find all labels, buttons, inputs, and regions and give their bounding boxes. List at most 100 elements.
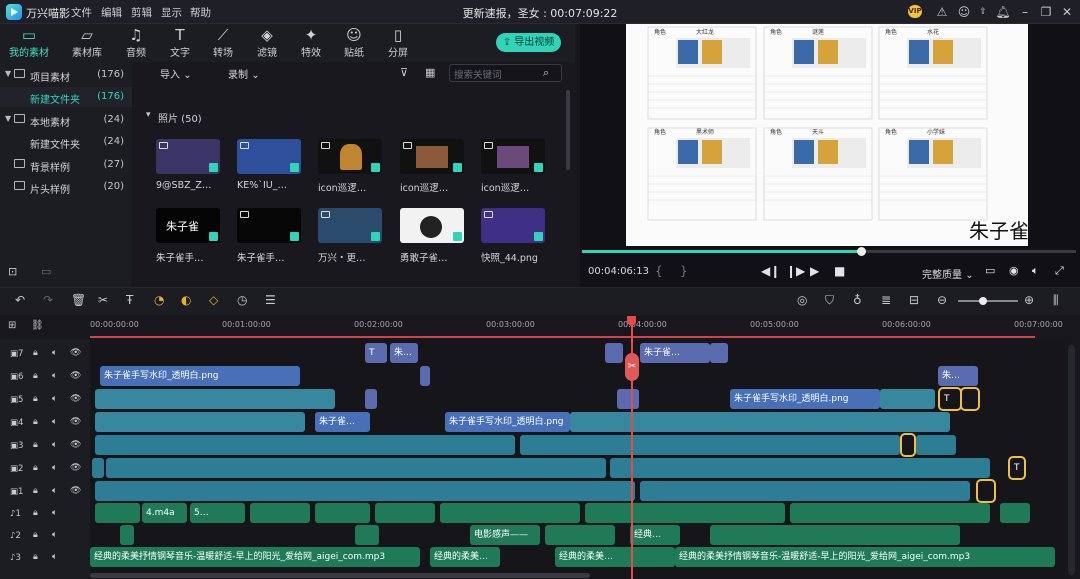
tab-my-media[interactable]: ▭ 我的素材 bbox=[8, 24, 50, 62]
volume-icon[interactable]: 🔈︎ bbox=[52, 552, 57, 562]
timeline-clip[interactable] bbox=[916, 435, 956, 455]
timeline-clip[interactable] bbox=[95, 435, 515, 455]
menu-help[interactable]: 帮助 bbox=[190, 5, 211, 20]
timeline-clip[interactable]: 朱子雀… bbox=[640, 343, 710, 363]
mark-out-button[interactable]: } bbox=[680, 264, 688, 278]
menu-clip[interactable]: 剪辑 bbox=[131, 5, 152, 20]
keyframe-icon[interactable]: ◇ bbox=[209, 293, 218, 307]
timeline-clip[interactable] bbox=[365, 389, 377, 409]
undo-icon[interactable]: ↶ bbox=[15, 293, 25, 307]
color-icon[interactable]: ◐ bbox=[181, 293, 191, 307]
eye-icon[interactable]: 👁︎ bbox=[70, 348, 81, 358]
timeline-clip[interactable]: 5… bbox=[190, 503, 245, 523]
audio-mixer-icon[interactable]: ≣ bbox=[881, 293, 891, 307]
timeline-clip[interactable] bbox=[95, 412, 305, 432]
volume-icon[interactable]: 🔈︎ bbox=[52, 486, 57, 496]
eye-icon[interactable]: 👁︎ bbox=[70, 463, 81, 473]
lock-icon[interactable]: 🔒︎ bbox=[33, 530, 38, 540]
render-icon[interactable]: ◎ bbox=[797, 293, 807, 307]
zoom-slider-handle[interactable] bbox=[979, 297, 987, 305]
speed-icon[interactable]: ◔ bbox=[154, 293, 164, 307]
volume-icon[interactable]: 🔈︎ bbox=[52, 508, 57, 518]
new-folder-icon[interactable]: ⊡ bbox=[8, 265, 17, 278]
media-thumb-1[interactable] bbox=[156, 139, 220, 174]
display-icon[interactable]: ▭ bbox=[985, 264, 995, 277]
tab-audio[interactable]: ♫ 音频 bbox=[115, 24, 157, 62]
timeline-clip[interactable] bbox=[710, 343, 728, 363]
sidebar-item-new-folder-1[interactable]: 新建文件夹 (176) bbox=[0, 87, 132, 107]
tab-split-screen[interactable]: ▯ 分屏 bbox=[377, 24, 419, 62]
redo-icon[interactable]: ↷ bbox=[43, 293, 53, 307]
menu-edit[interactable]: 编辑 bbox=[101, 5, 122, 20]
timeline-clip[interactable] bbox=[640, 481, 970, 501]
zoom-slider-track[interactable] bbox=[958, 300, 1018, 302]
search-icon[interactable]: ⌕ bbox=[543, 66, 549, 80]
timeline-clip[interactable] bbox=[355, 525, 379, 545]
vip-badge[interactable]: VIP bbox=[908, 5, 922, 18]
mark-in-button[interactable]: { bbox=[655, 264, 663, 278]
timeline-clip[interactable]: 经典… bbox=[630, 525, 680, 545]
restore-icon[interactable]: ❐ bbox=[1038, 4, 1054, 20]
fullscreen-icon[interactable]: ⤢ bbox=[1055, 264, 1064, 278]
timeline-clip[interactable]: 经典的柔美… bbox=[430, 547, 500, 567]
tab-sticker[interactable]: ☺ 贴纸 bbox=[333, 24, 375, 62]
prev-frame-icon[interactable]: ◀❙ bbox=[761, 264, 780, 278]
tab-library[interactable]: ▱ 素材库 bbox=[66, 24, 108, 62]
timeline-clip[interactable]: T bbox=[1008, 456, 1026, 480]
import-dropdown[interactable]: 导入 ⌄ bbox=[160, 66, 192, 82]
timeline-clip[interactable]: 朱子雀手写水印_透明白.png bbox=[445, 412, 570, 432]
timeline-clip[interactable] bbox=[880, 389, 935, 409]
zoom-out-icon[interactable]: ⊖ bbox=[937, 293, 947, 307]
sidebar-item-background-samples[interactable]: 背景样例 (27) bbox=[0, 155, 132, 175]
volume-icon[interactable]: 🔈︎ bbox=[52, 530, 57, 540]
timeline-clip[interactable] bbox=[95, 503, 140, 523]
volume-icon[interactable]: 🔈︎ bbox=[52, 394, 57, 404]
delete-icon[interactable]: 🗑︎ bbox=[71, 293, 86, 307]
volume-icon[interactable]: 🔈︎ bbox=[52, 371, 57, 381]
text-edit-icon[interactable]: Ŧ bbox=[126, 293, 133, 307]
timeline-clip[interactable] bbox=[250, 503, 310, 523]
media-thumb-7[interactable] bbox=[237, 208, 301, 243]
tab-filter[interactable]: ◈ 滤镜 bbox=[246, 24, 288, 62]
menu-file[interactable]: 文件 bbox=[71, 5, 92, 20]
photos-section-header[interactable]: 照片 (50) bbox=[158, 110, 202, 125]
media-thumb-3[interactable] bbox=[318, 139, 382, 174]
timeline-clip[interactable]: 朱子雀手写水印_透明白.png bbox=[100, 366, 300, 386]
media-thumb-9[interactable] bbox=[400, 208, 464, 243]
user-icon[interactable]: ☺ bbox=[956, 4, 972, 20]
timeline-clip[interactable]: 经典的柔美… bbox=[555, 547, 675, 567]
fit-timeline-icon[interactable]: ⫼ bbox=[1053, 293, 1059, 308]
tab-effects[interactable]: ✦ 特效 bbox=[290, 24, 332, 62]
timeline-clip[interactable]: 电影感声—— bbox=[470, 525, 540, 545]
timeline-clip[interactable] bbox=[617, 389, 639, 409]
preview-progress-handle[interactable] bbox=[857, 247, 866, 256]
record-dropdown[interactable]: 录制 ⌄ bbox=[228, 66, 260, 82]
lock-icon[interactable]: 🔒︎ bbox=[33, 440, 38, 450]
microphone-icon[interactable]: ♁ bbox=[853, 293, 862, 307]
tab-text[interactable]: T 文字 bbox=[159, 24, 201, 62]
lock-icon[interactable]: 🔒︎ bbox=[33, 371, 38, 381]
adjust-icon[interactable]: ☰ bbox=[265, 293, 276, 307]
timeline-clip[interactable]: T bbox=[938, 387, 962, 411]
timeline-clip[interactable] bbox=[900, 433, 916, 457]
timeline-clip[interactable] bbox=[790, 503, 990, 523]
menu-view[interactable]: 显示 bbox=[161, 5, 182, 20]
timeline-horizontal-scrollbar[interactable] bbox=[90, 573, 590, 578]
lock-icon[interactable]: 🔒︎ bbox=[33, 552, 38, 562]
timeline-clip[interactable] bbox=[1000, 503, 1030, 523]
timeline-clip[interactable]: 经典的柔美抒情钢琴音乐-温暖舒适-早上的阳光_爱给网_aigei_com.mp3 bbox=[90, 547, 420, 567]
lock-icon[interactable]: 🔒︎ bbox=[33, 463, 38, 473]
media-thumb-10[interactable] bbox=[481, 208, 545, 243]
tab-transition[interactable]: ⟋ 转场 bbox=[202, 24, 244, 62]
timeline-clip[interactable] bbox=[570, 412, 950, 432]
eye-icon[interactable]: 👁︎ bbox=[70, 417, 81, 427]
snapshot-icon[interactable]: ◉ bbox=[1009, 264, 1019, 277]
export-button[interactable]: ⇪ 导出视频 bbox=[496, 33, 561, 52]
razor-split-icon[interactable]: ✂ bbox=[625, 353, 639, 381]
timeline-clip[interactable]: T bbox=[365, 343, 387, 363]
folder-icon[interactable]: ▭ bbox=[41, 265, 51, 278]
eye-icon[interactable]: 👁︎ bbox=[70, 486, 81, 496]
bell-icon[interactable]: 🔔︎ bbox=[995, 4, 1011, 20]
timeline-clip[interactable] bbox=[92, 458, 104, 478]
chevron-down-icon[interactable]: ▾ bbox=[146, 110, 151, 120]
